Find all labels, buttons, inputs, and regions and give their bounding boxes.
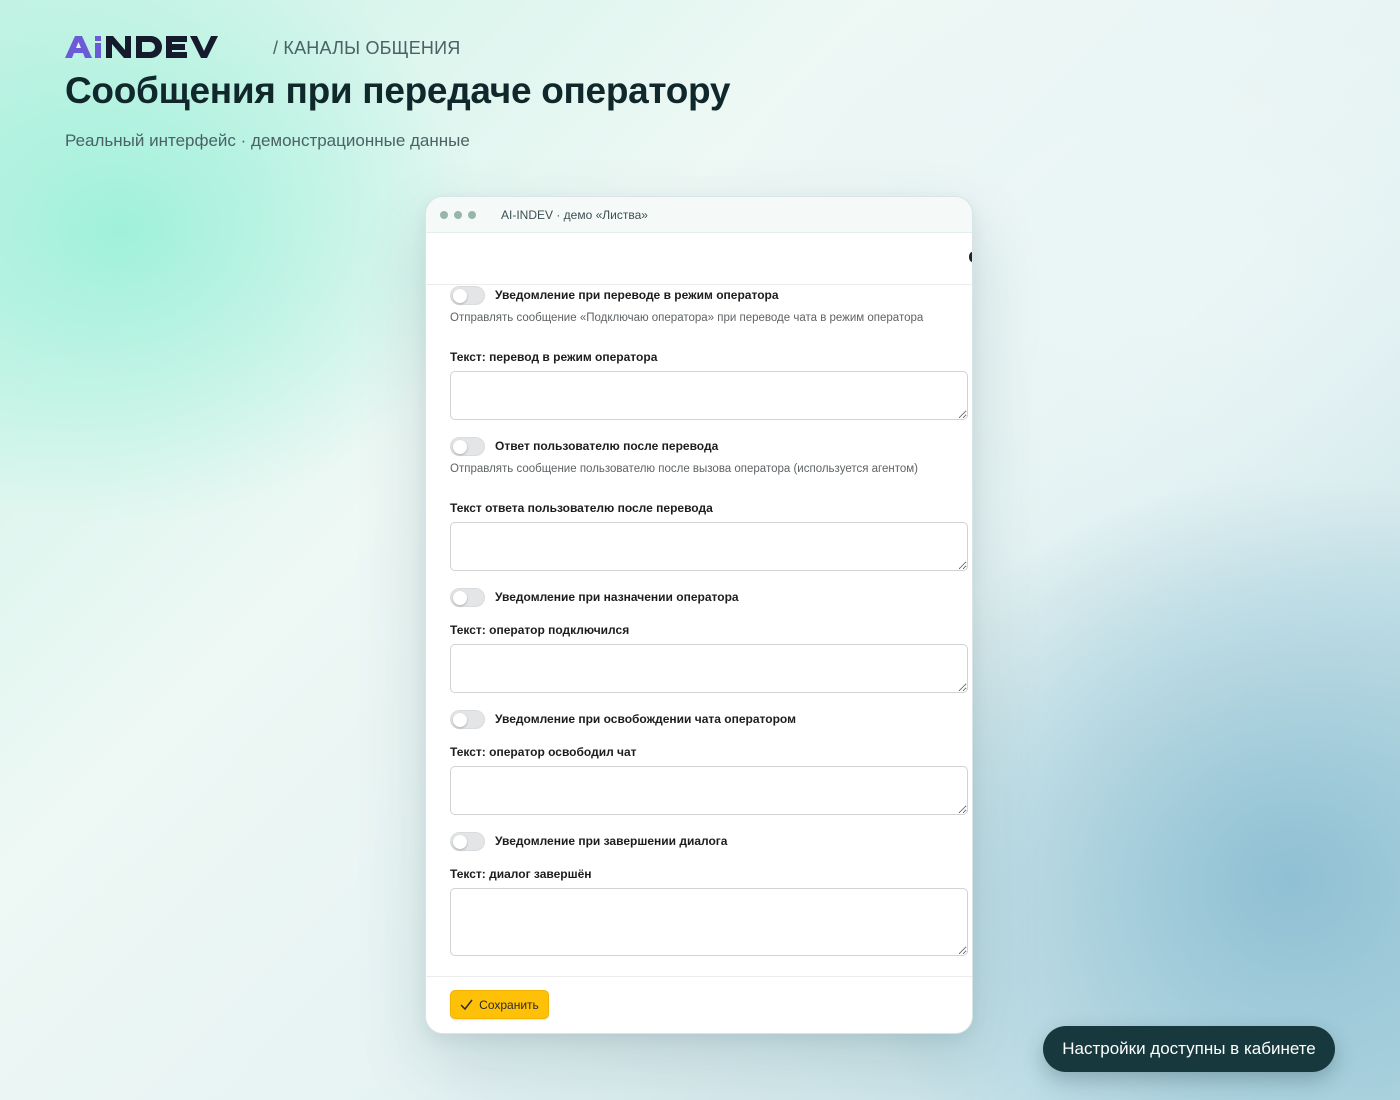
toggle-knob: [453, 834, 467, 849]
setting-description: Отправлять сообщение «Подключаю оператор…: [450, 312, 924, 324]
window-dot-icon: [454, 210, 462, 219]
setting-operator-assigned: Уведомление при назначении оператора: [450, 587, 966, 607]
save-button-label: Сохранить: [479, 997, 539, 1012]
setting-transfer-notification: Уведомление при переводе в режим операто…: [450, 285, 966, 305]
brand-row: / КАНАЛЫ ОБЩЕНИЯ: [65, 34, 460, 60]
save-button[interactable]: Сохранить: [450, 990, 549, 1019]
toggle-transfer-notification[interactable]: [450, 285, 485, 305]
window-dot-icon: [440, 210, 448, 219]
transfer-text-field[interactable]: [450, 371, 968, 420]
toggle-knob: [453, 439, 467, 454]
setting-description: Отправлять сообщение пользователю после …: [450, 463, 918, 475]
check-icon: [460, 999, 473, 1010]
toggle-reply-after-transfer[interactable]: [450, 436, 485, 456]
window-topbar: [426, 233, 972, 285]
toggle-operator-assigned[interactable]: [450, 587, 485, 607]
toggle-knob: [453, 712, 467, 727]
cabinet-settings-button[interactable]: Настройки доступны в кабинете: [1043, 1026, 1335, 1072]
toggle-chat-released[interactable]: [450, 709, 485, 729]
window-title: AI-INDEV · демо «Листва»: [501, 207, 648, 222]
toggle-label: Ответ пользователю после перевода: [495, 439, 719, 453]
field-label: Текст ответа пользователю после перевода: [450, 501, 713, 515]
setting-chat-released: Уведомление при освобождении чата операт…: [450, 709, 966, 729]
demo-window: AI-INDEV · демо «Листва» Уведомление при…: [425, 196, 973, 1034]
dialog-finished-field[interactable]: [450, 888, 968, 956]
toggle-label: Уведомление при освобождении чата операт…: [495, 712, 796, 726]
aindev-logo[interactable]: [65, 34, 251, 60]
toggle-knob: [453, 288, 467, 303]
settings-form: Уведомление при переводе в режим операто…: [450, 285, 968, 956]
breadcrumb: / КАНАЛЫ ОБЩЕНИЯ: [273, 37, 461, 58]
logo-wordmark: [65, 36, 218, 58]
toggle-label: Уведомление при завершении диалога: [495, 834, 728, 848]
toggle-dialog-finished[interactable]: [450, 831, 485, 851]
page-title: Сообщения при передаче оператору: [65, 70, 731, 111]
toggle-label: Уведомление при переводе в режим операто…: [495, 288, 779, 302]
toggle-label: Уведомление при назначении оператора: [495, 590, 739, 604]
setting-reply-after-transfer: Ответ пользователю после перевода: [450, 436, 966, 456]
window-footer: Сохранить: [426, 976, 972, 1033]
topbar-edge-icon: [969, 252, 972, 262]
field-label: Текст: диалог завершён: [450, 867, 592, 881]
toggle-knob: [453, 590, 467, 605]
field-label: Текст: оператор подключился: [450, 623, 630, 637]
field-label: Текст: перевод в режим оператора: [450, 350, 658, 364]
setting-dialog-finished: Уведомление при завершении диалога: [450, 831, 966, 851]
field-label: Текст: оператор освободил чат: [450, 745, 637, 759]
cabinet-settings-label: Настройки доступны в кабинете: [1062, 1039, 1316, 1058]
page-subtitle: Реальный интерфейс · демонстрационные да…: [65, 131, 470, 150]
window-titlebar: AI-INDEV · демо «Листва»: [426, 197, 972, 233]
operator-connected-field[interactable]: [450, 644, 968, 693]
reply-after-transfer-field[interactable]: [450, 522, 968, 571]
chat-released-field[interactable]: [450, 766, 968, 815]
window-dot-icon: [468, 210, 476, 219]
